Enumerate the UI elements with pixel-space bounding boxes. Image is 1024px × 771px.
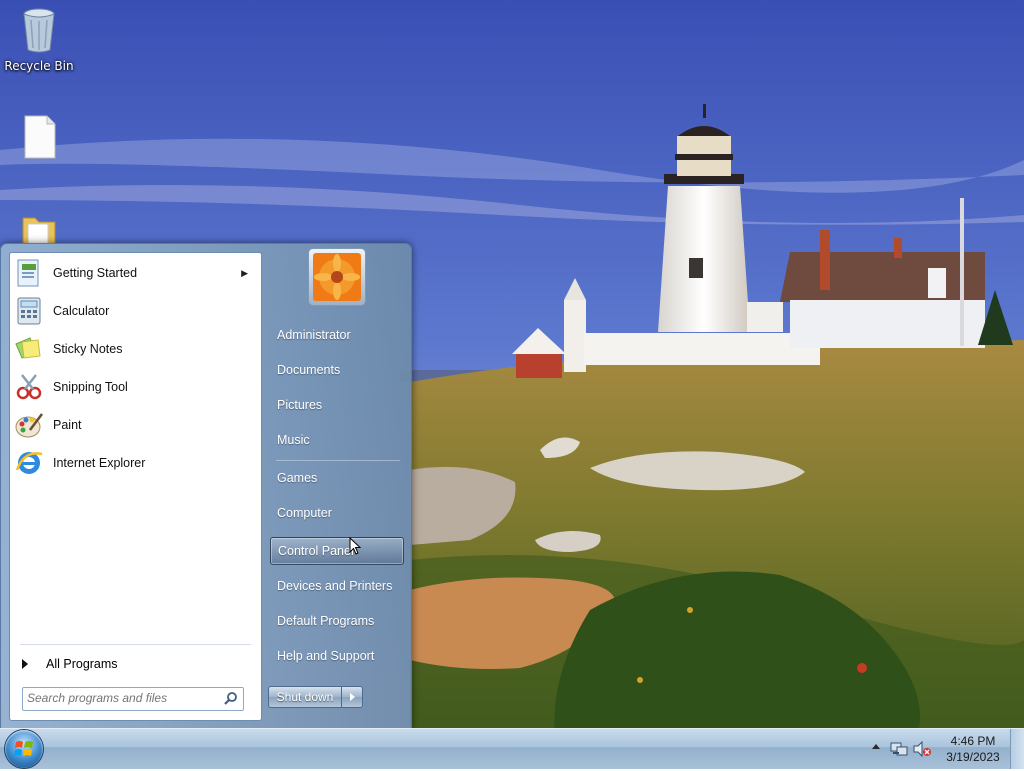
place-label: Control Panel (278, 544, 354, 558)
place-label: Administrator (277, 328, 351, 342)
windows-logo-icon (14, 741, 33, 756)
program-getting-started[interactable]: Getting Started ▶ (13, 256, 256, 290)
sticky-notes-icon (13, 333, 45, 365)
clock-time: 4:46 PM (950, 734, 996, 748)
program-calculator[interactable]: Calculator (13, 294, 256, 328)
network-icon[interactable] (890, 741, 908, 757)
program-label: Calculator (53, 304, 110, 318)
place-devices-and-printers[interactable]: Devices and Printers (270, 572, 404, 600)
clock[interactable]: 4:46 PM 3/19/2023 (940, 733, 1006, 765)
place-administrator[interactable]: Administrator (270, 321, 404, 349)
arrow-right-icon (349, 693, 355, 701)
place-documents[interactable]: Documents (270, 356, 404, 384)
internet-explorer-icon (13, 447, 45, 479)
place-control-panel[interactable]: Control Panel (270, 537, 404, 565)
user-picture[interactable] (309, 249, 365, 305)
place-help-and-support[interactable]: Help and Support (270, 642, 404, 670)
program-snipping-tool[interactable]: Snipping Tool (13, 370, 256, 404)
place-label: Computer (277, 506, 332, 520)
place-games[interactable]: Games (270, 464, 404, 492)
desktop-icon-recycle-bin[interactable]: Recycle Bin (1, 6, 77, 73)
program-label: Getting Started (53, 266, 138, 280)
place-label: Devices and Printers (277, 579, 393, 593)
place-default-programs[interactable]: Default Programs (270, 607, 404, 635)
place-label: Help and Support (277, 649, 375, 663)
program-internet-explorer[interactable]: Internet Explorer (13, 446, 256, 480)
recycle-bin-icon (23, 8, 55, 53)
program-label: Paint (53, 418, 82, 432)
place-label: Music (277, 433, 310, 447)
desktop-icon-label: Recycle Bin (4, 59, 74, 73)
program-label: Snipping Tool (53, 380, 128, 394)
start-button[interactable] (5, 730, 43, 768)
search-box[interactable] (22, 687, 244, 711)
start-menu-places-pane: Administrator Documents Pictures Music G… (262, 244, 411, 729)
desktop-icon-document[interactable] (1, 112, 77, 165)
show-hidden-icons-chevron-icon[interactable] (872, 744, 880, 749)
mouse-cursor-icon (349, 537, 361, 555)
all-programs-button[interactable]: All Programs (20, 651, 250, 677)
show-desktop-button[interactable] (1010, 729, 1024, 769)
search-input[interactable] (27, 690, 217, 706)
place-computer[interactable]: Computer (270, 499, 404, 527)
flower-avatar-icon (313, 253, 361, 301)
start-menu-programs-pane: Getting Started ▶ Calculator Sticky Note… (9, 252, 262, 721)
shutdown-label: Shut down (276, 690, 334, 704)
submenu-arrow-icon: ▶ (241, 267, 248, 278)
program-sticky-notes[interactable]: Sticky Notes (13, 332, 256, 366)
taskbar: 4:46 PM 3/19/2023 (0, 728, 1024, 769)
shutdown-options-button[interactable] (342, 686, 363, 708)
document-icon (24, 115, 56, 159)
shutdown-group: Shut down (268, 686, 363, 708)
place-music[interactable]: Music (270, 426, 404, 454)
place-label: Pictures (277, 398, 323, 412)
desktop-icon-folder[interactable] (1, 210, 77, 244)
separator (20, 644, 251, 645)
paint-icon (13, 409, 45, 441)
place-pictures[interactable]: Pictures (270, 391, 404, 419)
snipping-tool-icon (13, 371, 45, 403)
search-icon[interactable] (223, 691, 239, 707)
shutdown-button[interactable]: Shut down (268, 686, 342, 708)
separator (276, 460, 400, 462)
place-label: Documents (277, 363, 341, 377)
place-label: Default Programs (277, 614, 375, 628)
program-label: Internet Explorer (53, 456, 146, 470)
calculator-icon (13, 295, 45, 327)
program-paint[interactable]: Paint (13, 408, 256, 442)
folder-icon (22, 217, 56, 244)
volume-muted-icon[interactable] (913, 741, 931, 757)
getting-started-icon (13, 257, 45, 289)
clock-date: 3/19/2023 (946, 750, 1000, 764)
program-label: Sticky Notes (53, 342, 123, 356)
start-menu: Getting Started ▶ Calculator Sticky Note… (0, 243, 412, 730)
arrow-right-icon (22, 659, 28, 669)
place-label: Games (277, 471, 318, 485)
all-programs-label: All Programs (46, 657, 118, 671)
